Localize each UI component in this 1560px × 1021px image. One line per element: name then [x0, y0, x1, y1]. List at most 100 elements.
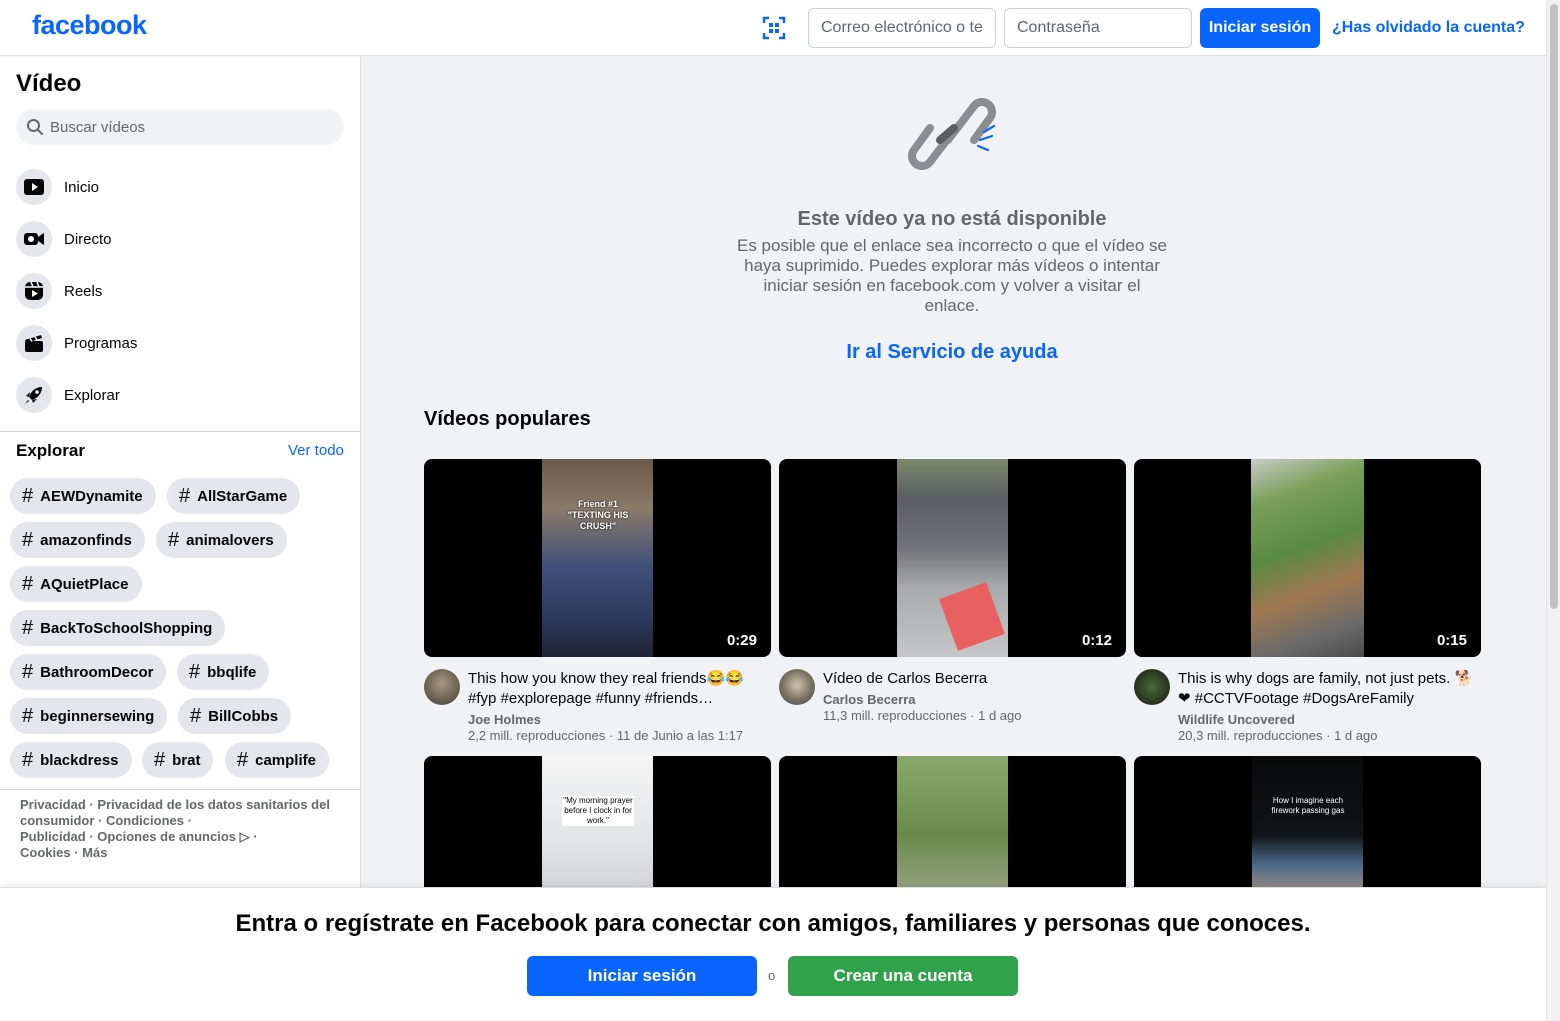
avatar[interactable]	[424, 669, 460, 705]
create-account-button[interactable]: Crear una cuenta	[788, 956, 1018, 996]
meta-sep: ·	[605, 728, 617, 743]
hashtag-icon: #	[22, 528, 34, 551]
scrollbar-thumb[interactable]	[1550, 4, 1558, 609]
hashtag-chip[interactable]: # animalovers	[156, 522, 287, 558]
footer-link-privacy[interactable]: Privacidad	[20, 797, 86, 812]
footer-sep: ·	[85, 797, 98, 812]
hashtag-chip[interactable]: # blackdress	[10, 742, 132, 778]
footer-sep: ·	[249, 829, 258, 844]
video-thumbnail[interactable]: 0:15	[1134, 459, 1481, 657]
video-date: 1 d ago	[978, 708, 1022, 723]
live-icon	[24, 233, 44, 245]
video-author[interactable]: Carlos Becerra	[823, 692, 916, 707]
hashtag-chip[interactable]: # BillCobbs	[178, 698, 292, 734]
meta-sep: ·	[966, 708, 979, 723]
footer-link-more[interactable]: Más	[82, 845, 107, 860]
broken-link-icon	[908, 98, 996, 170]
hashtag-label: AllStarGame	[197, 487, 288, 505]
nav-icon-bg	[16, 325, 52, 361]
login-banner: Entra o regístrate en Facebook para cone…	[0, 887, 1546, 1021]
hashtag-label: bbqlife	[207, 663, 257, 681]
nav-item-directo[interactable]: Directo	[16, 217, 346, 261]
nav-item-programas[interactable]: Programas	[16, 321, 346, 365]
hashtag-chip[interactable]: # amazonfinds	[10, 522, 145, 558]
email-field[interactable]	[808, 8, 996, 48]
video-duration: 0:15	[1436, 632, 1467, 649]
hashtag-label: BillCobbs	[208, 707, 279, 725]
unavailable-description: Es posible que el enlace sea incorrecto …	[737, 236, 1167, 315]
hashtag-chip[interactable]: # AEWDynamite	[10, 478, 156, 514]
hashtag-icon: #	[237, 748, 249, 771]
video-thumbnail[interactable]: 0:12	[779, 459, 1126, 657]
hashtag-chip[interactable]: # beginnersewing	[10, 698, 168, 734]
divider	[0, 789, 360, 790]
video-author[interactable]: Joe Holmes	[468, 712, 541, 727]
nav-icon-bg	[16, 377, 52, 413]
hashtag-icon: #	[22, 484, 34, 507]
hashtag-chip[interactable]: # camplife	[225, 742, 329, 778]
search-icon	[27, 119, 43, 135]
video-date: 1 d ago	[1334, 728, 1378, 743]
avatar[interactable]	[1134, 669, 1170, 705]
footer-link-terms[interactable]: Condiciones	[106, 813, 184, 828]
banner-login-button[interactable]: Iniciar sesión	[527, 956, 757, 996]
avatar[interactable]	[779, 669, 815, 705]
nav-item-reels[interactable]: Reels	[16, 269, 346, 313]
help-center-link[interactable]: Ir al Servicio de ayuda	[700, 341, 1204, 364]
forgot-account-link[interactable]: ¿Has olvidado la cuenta?	[1332, 19, 1525, 37]
thumb-object	[939, 582, 1005, 651]
video-views: 11,3 mill. reproducciones	[823, 708, 967, 723]
hashtag-icon: #	[22, 704, 34, 727]
search-box[interactable]	[16, 109, 344, 145]
hashtag-label: blackdress	[40, 751, 119, 769]
footer-link-ad-choices[interactable]: Opciones de anuncios ▷	[97, 829, 249, 844]
video-date: 11 de Junio a las 1:17	[616, 728, 744, 743]
unavailable-title: Este vídeo ya no está disponible	[797, 208, 1107, 230]
nav-item-explorar[interactable]: Explorar	[16, 373, 346, 417]
hashtag-chip[interactable]: # bbqlife	[177, 654, 270, 690]
see-all-link[interactable]: Ver todo	[288, 442, 344, 459]
video-card[interactable]: 0:12 Vídeo de Carlos Becerra Carlos Bece…	[779, 459, 1126, 723]
facebook-logo[interactable]: facebook	[32, 10, 147, 41]
hashtag-icon: #	[168, 528, 180, 551]
hashtag-icon: #	[22, 660, 34, 683]
footer-link-cookies[interactable]: Cookies	[20, 845, 71, 860]
hashtag-chip[interactable]: # BackToSchoolShopping	[10, 610, 226, 646]
video-thumbnail[interactable]: Friend #1 "TEXTING HIS CRUSH" 0:29	[424, 459, 771, 657]
password-field[interactable]	[1004, 8, 1192, 48]
thumb-caption: "My morning prayer before I clock in for…	[562, 796, 634, 826]
video-title[interactable]: This how you know they real friends😂😂 #f…	[468, 669, 768, 709]
hashtag-icon: #	[22, 616, 34, 639]
nav-label: Directo	[64, 230, 112, 248]
search-input[interactable]	[50, 118, 330, 136]
play-icon	[24, 179, 44, 195]
hashtag-icon: #	[22, 572, 34, 595]
video-title[interactable]: This is why dogs are family, not just pe…	[1178, 669, 1478, 709]
clapper-icon	[25, 335, 43, 352]
video-author[interactable]: Wildlife Uncovered	[1178, 712, 1295, 727]
nav-icon-bg	[16, 169, 52, 205]
qr-scan-icon[interactable]	[762, 16, 786, 40]
hashtag-label: animalovers	[186, 531, 274, 549]
video-duration: 0:29	[726, 632, 757, 649]
hashtag-chip[interactable]: # AllStarGame	[167, 478, 301, 514]
scrollbar[interactable]	[1546, 0, 1560, 1021]
hashtag-label: BackToSchoolShopping	[40, 619, 213, 637]
hashtag-icon: #	[190, 704, 202, 727]
nav-item-inicio[interactable]: Inicio	[16, 165, 346, 209]
video-card[interactable]: 0:15 This is why dogs are family, not ju…	[1134, 459, 1481, 743]
video-meta: 11,3 mill. reproducciones · 1 d ago	[823, 708, 1022, 723]
hashtag-chip[interactable]: # AQuietPlace	[10, 566, 142, 602]
footer-link-ads[interactable]: Publicidad	[20, 829, 86, 844]
video-duration: 0:12	[1081, 632, 1112, 649]
banner-or: o	[768, 968, 776, 983]
hashtag-chip[interactable]: # brat	[142, 742, 214, 778]
login-button[interactable]: Iniciar sesión	[1200, 8, 1320, 48]
rocket-icon	[25, 387, 42, 404]
video-card[interactable]: Friend #1 "TEXTING HIS CRUSH" 0:29 This …	[424, 459, 771, 743]
hashtag-chip[interactable]: # BathroomDecor	[10, 654, 167, 690]
banner-message: Entra o regístrate en Facebook para cone…	[235, 910, 1311, 937]
video-title[interactable]: Vídeo de Carlos Becerra	[823, 669, 1123, 689]
video-frame: Friend #1 "TEXTING HIS CRUSH"	[542, 459, 653, 657]
reels-icon	[25, 281, 43, 300]
